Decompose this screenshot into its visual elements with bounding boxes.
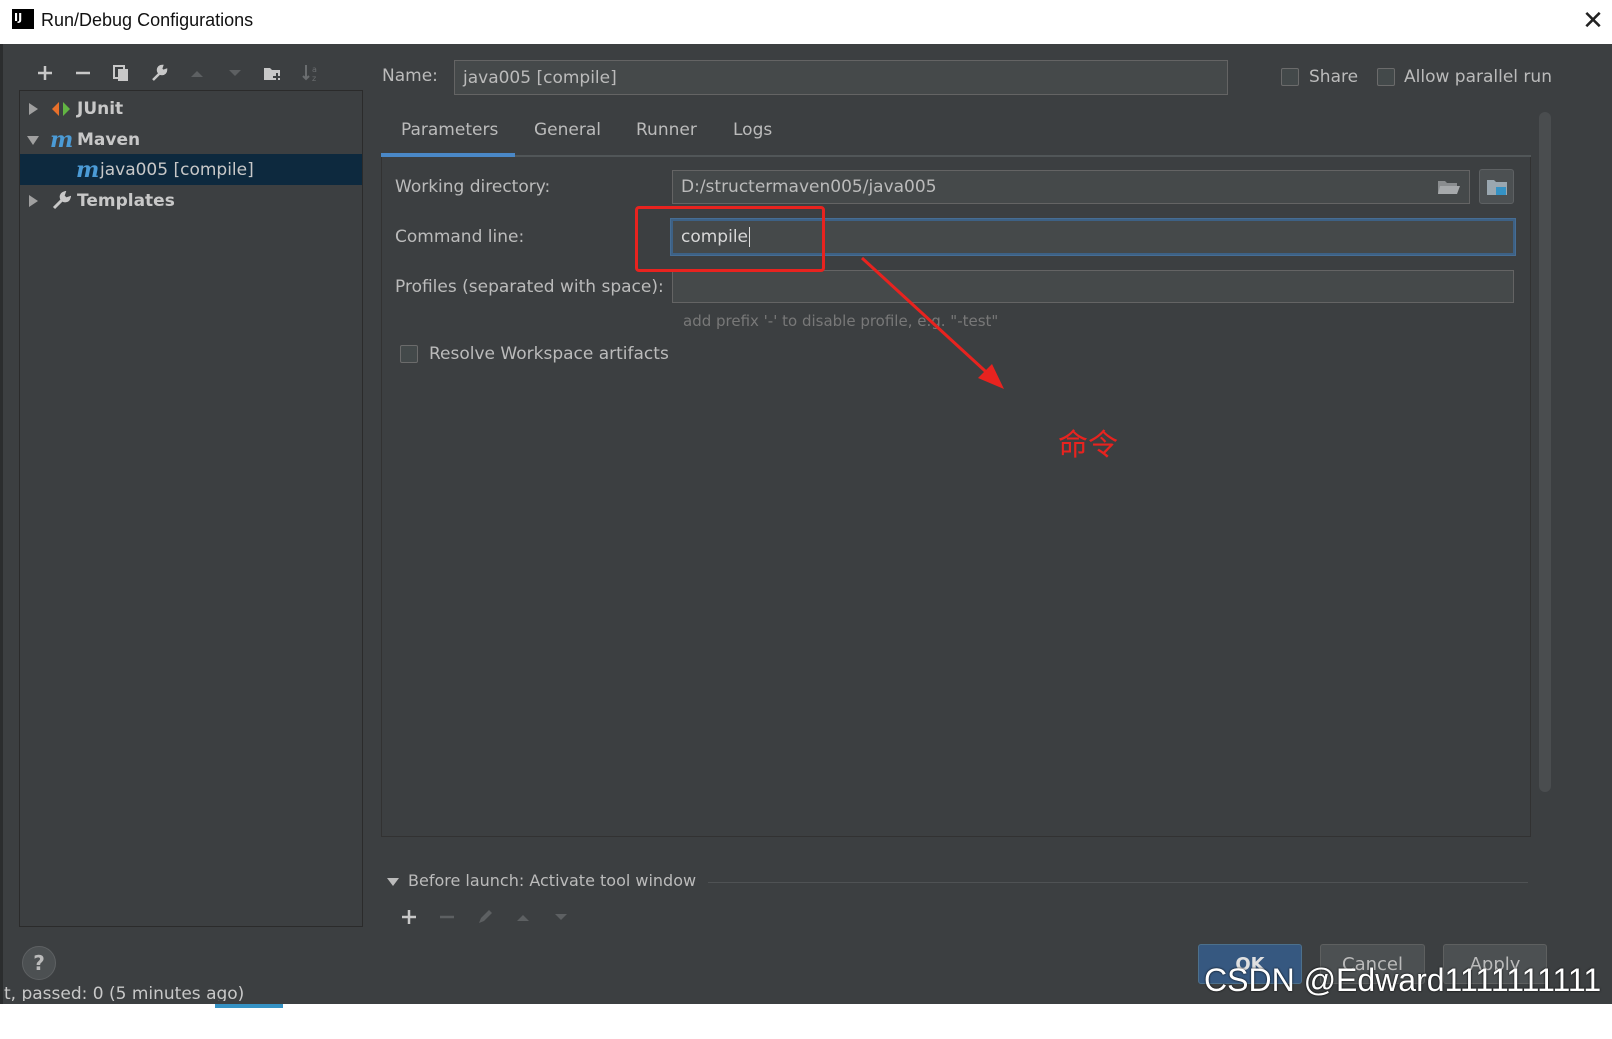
tree-item-junit[interactable]: JUnit — [20, 93, 362, 124]
config-tree: JUnit m Maven m java005 [compile] Templa… — [19, 90, 363, 927]
edit-icon[interactable] — [466, 906, 504, 928]
close-icon[interactable]: ✕ — [1578, 6, 1608, 36]
before-launch-label: Before launch: Activate tool window — [408, 871, 697, 890]
profiles-field[interactable] — [672, 270, 1514, 303]
browse-module-button[interactable] — [1479, 169, 1514, 204]
tree-item-label: java005 [compile] — [100, 159, 254, 180]
profiles-label: Profiles (separated with space): — [395, 277, 664, 297]
annotation-highlight-box — [635, 206, 825, 272]
before-launch-header[interactable]: Before launch: Activate tool window — [386, 871, 696, 890]
tree-item-templates[interactable]: Templates — [20, 185, 362, 216]
intellij-app-icon: IJ — [10, 7, 36, 33]
arrow-down-icon[interactable] — [216, 58, 254, 88]
command-line-label: Command line: — [395, 227, 525, 247]
tree-item-label: Templates — [77, 190, 175, 211]
plus-icon[interactable] — [390, 906, 428, 928]
vertical-scrollbar[interactable] — [1539, 112, 1551, 792]
module-folder-icon — [1486, 179, 1507, 195]
share-checkbox[interactable] — [1281, 68, 1299, 86]
arrow-up-icon[interactable] — [504, 906, 542, 928]
working-directory-field[interactable]: D:/structermaven005/java005 — [672, 170, 1470, 204]
svg-text:m: m — [76, 160, 98, 180]
tab-parameters[interactable]: Parameters — [401, 120, 498, 140]
maven-icon: m — [76, 160, 98, 180]
tree-item-label: Maven — [77, 129, 141, 150]
help-button[interactable]: ? — [22, 946, 56, 980]
minus-icon[interactable] — [64, 58, 102, 88]
parameters-panel — [381, 157, 1531, 837]
arrow-up-icon[interactable] — [178, 58, 216, 88]
tree-item-label: JUnit — [77, 98, 124, 119]
progress-indicator — [215, 1004, 283, 1008]
name-field[interactable]: java005 [compile] — [454, 60, 1228, 95]
sort-icon[interactable]: az — [292, 58, 330, 88]
name-label: Name: — [382, 66, 438, 86]
working-directory-label: Working directory: — [395, 177, 551, 197]
collapse-arrow-icon — [387, 877, 399, 886]
status-text: t, passed: 0 (5 minutes ago) — [4, 984, 245, 1001]
window-title: Run/Debug Configurations — [41, 10, 254, 30]
tab-runner[interactable]: Runner — [636, 120, 697, 140]
svg-text:z: z — [312, 74, 316, 83]
before-launch-divider — [708, 882, 1528, 883]
allow-parallel-run-checkbox[interactable] — [1377, 68, 1395, 86]
profiles-hint: add prefix '-' to disable profile, e.g. … — [683, 312, 999, 330]
config-toolbar: az — [26, 58, 330, 88]
new-folder-icon[interactable] — [254, 58, 292, 88]
arrow-down-icon[interactable] — [542, 906, 580, 928]
tab-general[interactable]: General — [534, 120, 601, 140]
collapse-arrow-icon[interactable] — [26, 133, 40, 147]
allow-parallel-run-label: Allow parallel run — [1404, 67, 1552, 87]
svg-text:m: m — [50, 130, 72, 150]
share-label: Share — [1309, 67, 1359, 87]
plus-icon[interactable] — [26, 58, 64, 88]
expand-arrow-icon[interactable] — [26, 102, 40, 116]
minus-icon[interactable] — [428, 906, 466, 928]
resolve-workspace-checkbox[interactable] — [400, 345, 418, 363]
copy-icon[interactable] — [102, 58, 140, 88]
csdn-watermark: CSDN @Edward1111111111 — [1204, 962, 1602, 998]
window-border — [0, 44, 3, 1004]
wrench-icon — [50, 190, 72, 211]
expand-arrow-icon[interactable] — [26, 194, 40, 208]
wrench-icon[interactable] — [140, 58, 178, 88]
title-bar: IJ Run/Debug Configurations ✕ — [0, 0, 1612, 44]
resolve-workspace-label: Resolve Workspace artifacts — [429, 344, 669, 364]
maven-icon: m — [50, 130, 72, 150]
folder-icon[interactable] — [1437, 178, 1461, 201]
tab-logs[interactable]: Logs — [733, 120, 772, 140]
svg-text:a: a — [312, 65, 317, 74]
annotation-label: 命令 — [1058, 428, 1118, 463]
tree-item-maven[interactable]: m Maven — [20, 124, 362, 155]
tree-item-java005-compile[interactable]: m java005 [compile] — [20, 154, 362, 185]
ide-status-bar — [0, 1004, 1612, 1039]
junit-icon — [50, 99, 72, 119]
before-launch-toolbar — [390, 906, 580, 928]
working-directory-value: D:/structermaven005/java005 — [681, 177, 937, 197]
